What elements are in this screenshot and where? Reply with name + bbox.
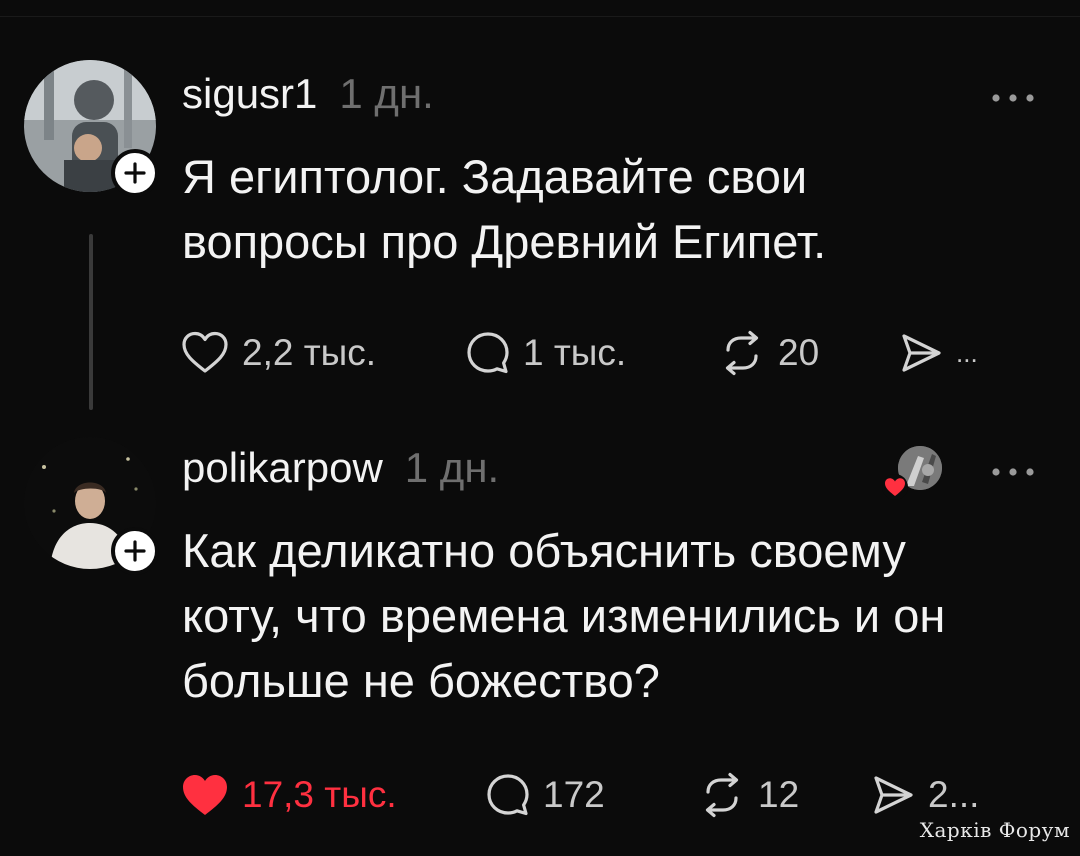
username[interactable]: polikarpow <box>182 444 383 492</box>
like-count: 2,2 тыс. <box>242 332 377 373</box>
more-options-icon[interactable] <box>988 462 1038 482</box>
action-bar: 2,2 тыс. 1 тыс. 20 ... <box>180 328 1000 378</box>
like-button[interactable]: 2,2 тыс. <box>180 328 376 378</box>
share-count: 2... <box>928 774 980 815</box>
reply-count: 1 тыс. <box>523 332 627 373</box>
comment-icon <box>487 774 529 816</box>
share-button[interactable]: ... <box>898 328 978 378</box>
follow-plus-button[interactable] <box>111 149 159 197</box>
plus-icon <box>124 540 146 562</box>
post-text: Как деликатно объяснить своему коту, что… <box>182 524 946 707</box>
reply-count: 172 <box>543 774 605 815</box>
repost-count: 12 <box>758 774 800 815</box>
repost-button[interactable]: 20 <box>718 328 819 378</box>
timestamp: 1 дн. <box>404 444 500 491</box>
comment-icon <box>467 332 509 374</box>
post-header: polikarpow 1 дн. <box>182 444 499 492</box>
repost-count: 20 <box>778 332 820 373</box>
reaction-heart-icon <box>882 474 908 500</box>
like-button[interactable]: 17,3 тыс. <box>180 770 397 820</box>
plus-icon <box>124 162 146 184</box>
timestamp: 1 дн. <box>339 70 434 117</box>
post-text: Я египтолог. Задавайте свои вопросы про … <box>182 150 827 268</box>
top-divider <box>0 16 1080 17</box>
repost-icon <box>725 330 759 376</box>
reply-button[interactable]: 1 тыс. <box>465 328 626 378</box>
action-bar: 17,3 тыс. 172 12 2... <box>180 770 1000 820</box>
follow-plus-button[interactable] <box>111 527 159 575</box>
share-count: ... <box>956 337 978 368</box>
send-icon <box>874 776 913 814</box>
share-button[interactable]: 2... <box>870 770 979 820</box>
watermark: Харків Форум <box>919 818 1070 842</box>
post-header: sigusr1 1 дн. <box>182 70 434 118</box>
heart-icon <box>182 331 228 373</box>
repost-button[interactable]: 12 <box>698 770 799 820</box>
repost-icon <box>705 772 739 818</box>
send-icon <box>902 334 941 372</box>
more-options-icon[interactable] <box>988 88 1038 108</box>
like-count: 17,3 тыс. <box>242 774 397 815</box>
username[interactable]: sigusr1 <box>182 70 317 118</box>
thread-line <box>89 234 93 410</box>
reply-button[interactable]: 172 <box>485 770 605 820</box>
heart-filled-icon <box>183 775 227 815</box>
